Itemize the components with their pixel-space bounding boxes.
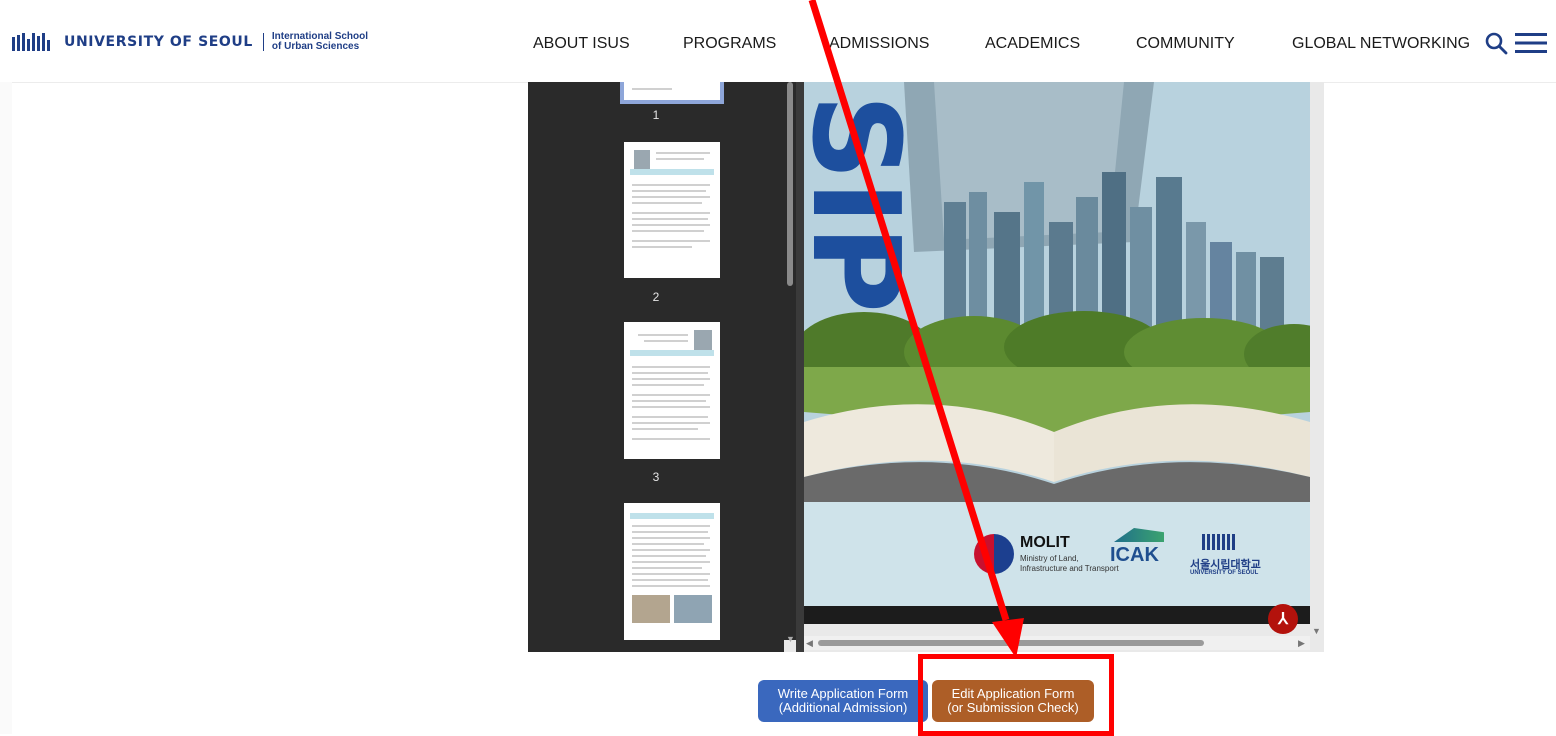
uos-english-name: UNIVERSITY OF SEOUL: [1190, 570, 1259, 576]
nav-admissions[interactable]: ADMISSIONS: [829, 35, 929, 53]
molit-emblem-icon: [974, 534, 1014, 574]
thumbnail-page-4[interactable]: [624, 503, 720, 640]
university-logo[interactable]: UNIVERSITY OF SEOUL International School…: [12, 30, 368, 54]
scroll-left-arrow-icon[interactable]: ◀: [806, 638, 813, 649]
thumbnail-number-4: 4: [528, 650, 784, 652]
thumbnail-number-2: 2: [652, 290, 660, 304]
nav-about-isus[interactable]: ABOUT ISUS: [533, 35, 630, 53]
molit-subtitle-1: Ministry of Land,: [1020, 554, 1079, 563]
logo-subtitle-line2: of Urban Sciences: [271, 41, 360, 52]
pdf-page-bottom-band: [804, 606, 1310, 624]
nav-academics[interactable]: ACADEMICS: [985, 35, 1080, 53]
nav-community[interactable]: COMMUNITY: [1136, 35, 1235, 53]
thumbnail-number-1: 1: [652, 108, 660, 122]
adobe-pdf-icon[interactable]: ⅄: [1268, 604, 1298, 634]
thumbnail-page-1[interactable]: [620, 82, 724, 104]
icak-title: ICAK: [1110, 544, 1159, 566]
hamburger-menu-icon[interactable]: [1515, 32, 1547, 54]
site-header: UNIVERSITY OF SEOUL International School…: [0, 0, 1556, 83]
page-left-edge: [0, 82, 12, 734]
write-button-line1: Write Application Form: [777, 686, 909, 701]
logo-divider: [262, 33, 264, 51]
scroll-right-arrow-icon[interactable]: ▶: [1298, 638, 1305, 649]
molit-subtitle-2: Infrastructure and Transport: [1020, 564, 1119, 573]
uos-logo-mark-icon: [1202, 534, 1236, 550]
panel-divider: [796, 82, 804, 652]
page-scroll-down-arrow-icon[interactable]: ▼: [1312, 626, 1321, 636]
molit-title: MOLIT: [1020, 534, 1070, 551]
logo-mark-icon: [12, 33, 50, 51]
write-application-form-button[interactable]: Write Application Form (Additional Admis…: [758, 680, 928, 722]
nav-global-networking[interactable]: GLOBAL NETWORKING: [1292, 35, 1470, 53]
logo-name: UNIVERSITY OF SEOUL: [64, 34, 253, 50]
nav-programs[interactable]: PROGRAMS: [683, 35, 776, 53]
logo-subtitle: International School of Urban Sciences: [272, 32, 368, 52]
pdf-page-cover: SIP MOLIT Ministry of Land, Infrastructu…: [804, 82, 1310, 606]
thumbnail-number-3: 3: [652, 470, 660, 484]
cover-title-letters: SIP: [804, 94, 924, 313]
horizontal-scrollbar-thumb[interactable]: [818, 640, 1204, 646]
thumbnail-scrollbar-thumb[interactable]: [787, 82, 793, 286]
thumbnail-page-3[interactable]: [624, 322, 720, 459]
thumbnail-scrollbar[interactable]: ▼: [784, 82, 796, 644]
annotation-highlight-box: [918, 654, 1114, 736]
thumbnail-panel[interactable]: 1 2 3: [528, 82, 784, 652]
horizontal-scrollbar[interactable]: ◀ ▶: [804, 636, 1310, 650]
thumbnail-page-2[interactable]: [624, 142, 720, 278]
write-button-line2: (Additional Admission): [778, 700, 908, 715]
scroll-down-arrow-icon[interactable]: ▼: [786, 634, 795, 644]
search-icon[interactable]: [1484, 31, 1508, 55]
cover-illustration: SIP: [804, 82, 1310, 606]
